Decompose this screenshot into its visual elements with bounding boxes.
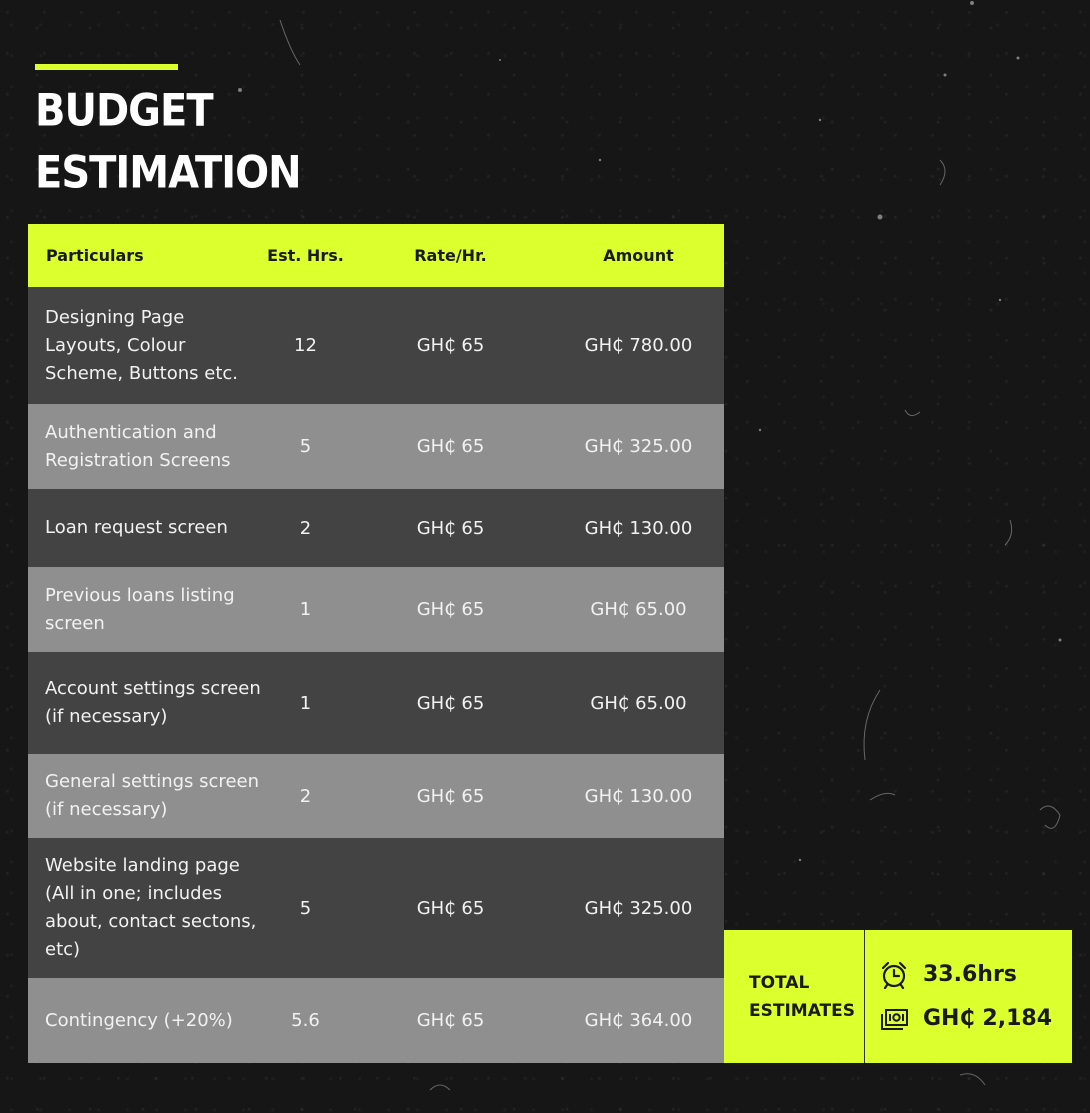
- row-rate: GH₵ 65: [416, 1010, 485, 1031]
- row-particular: Contingency (+20%): [45, 1009, 233, 1031]
- row-hours: 5: [299, 436, 312, 457]
- table-row: Authentication and Registration Screens …: [28, 404, 724, 489]
- row-hours: 2: [299, 785, 312, 807]
- alarm-clock-icon: [881, 961, 907, 989]
- row-particular: Website landing page (All in one; includ…: [45, 855, 257, 960]
- table-row: Designing Page Layouts, Colour Scheme, B…: [28, 287, 724, 404]
- row-amount: GH₵ 780.00: [584, 335, 693, 356]
- header-amount: Amount: [603, 246, 674, 265]
- row-rate: GH₵ 65: [416, 692, 485, 714]
- title-line-1: BUDGET: [35, 84, 214, 137]
- row-hours: 5.6: [291, 1010, 320, 1031]
- row-amount: GH₵ 130.00: [584, 785, 693, 807]
- row-amount: GH₵ 325.00: [584, 436, 693, 457]
- row-amount: GH₵ 325.00: [584, 897, 693, 919]
- row-particular: Previous loans listing screen: [45, 584, 235, 634]
- header-particulars: Particulars: [46, 245, 144, 265]
- total-hours: 33.6hrs: [879, 960, 1072, 990]
- total-amount-value: GH₵ 2,184: [923, 1006, 1053, 1031]
- table-row: Account settings screen (if necessary) 1…: [28, 652, 724, 754]
- row-hours: 2: [299, 517, 312, 539]
- row-rate: GH₵ 65: [416, 897, 485, 919]
- table-row: General settings screen (if necessary) 2…: [28, 754, 724, 838]
- table-row: Contingency (+20%) 5.6 GH₵ 65 GH₵ 364.00: [28, 978, 724, 1063]
- table-header: Particulars Est. Hrs. Rate/Hr. Amount: [28, 224, 724, 287]
- totals-values: 33.6hrs GH₵ 2,184: [865, 930, 1072, 1063]
- row-hours: 1: [299, 692, 312, 714]
- row-hours: 12: [294, 335, 317, 356]
- total-amount: GH₵ 2,184: [879, 1004, 1072, 1034]
- row-amount: GH₵ 65.00: [590, 599, 687, 620]
- header-rate: Rate/Hr.: [414, 246, 487, 265]
- title-accent-bar: [35, 64, 178, 70]
- row-particular: Designing Page Layouts, Colour Scheme, B…: [45, 306, 238, 384]
- row-particular: General settings screen (if necessary): [45, 771, 259, 820]
- money-icon: [881, 1008, 908, 1030]
- totals-box: TOTAL ESTIMATES 33.6hrs GH₵ 2,184: [724, 930, 1072, 1063]
- row-rate: GH₵ 65: [416, 599, 485, 620]
- header-hours: Est. Hrs.: [267, 246, 344, 265]
- totals-label: TOTAL ESTIMATES: [724, 930, 865, 1063]
- row-particular: Account settings screen (if necessary): [45, 678, 261, 727]
- row-rate: GH₵ 65: [416, 517, 485, 539]
- budget-table: Particulars Est. Hrs. Rate/Hr. Amount De…: [28, 224, 724, 1063]
- row-particular: Loan request screen: [45, 517, 228, 538]
- row-rate: GH₵ 65: [416, 436, 485, 457]
- row-amount: GH₵ 130.00: [584, 517, 693, 539]
- row-particular: Authentication and Registration Screens: [45, 421, 231, 471]
- row-hours: 5: [299, 897, 312, 919]
- table-row: Previous loans listing screen 1 GH₵ 65 G…: [28, 567, 724, 652]
- row-hours: 1: [299, 599, 312, 620]
- row-rate: GH₵ 65: [416, 785, 485, 807]
- row-rate: GH₵ 65: [416, 335, 485, 356]
- table-row: Loan request screen 2 GH₵ 65 GH₵ 130.00: [28, 489, 724, 567]
- row-amount: GH₵ 65.00: [590, 692, 687, 714]
- title-line-2: ESTIMATION: [35, 146, 302, 199]
- page-heading: BUDGET ESTIMATION: [35, 64, 302, 200]
- table-row: Website landing page (All in one; includ…: [28, 838, 724, 978]
- total-hours-value: 33.6hrs: [923, 962, 1017, 987]
- row-amount: GH₵ 364.00: [584, 1010, 693, 1031]
